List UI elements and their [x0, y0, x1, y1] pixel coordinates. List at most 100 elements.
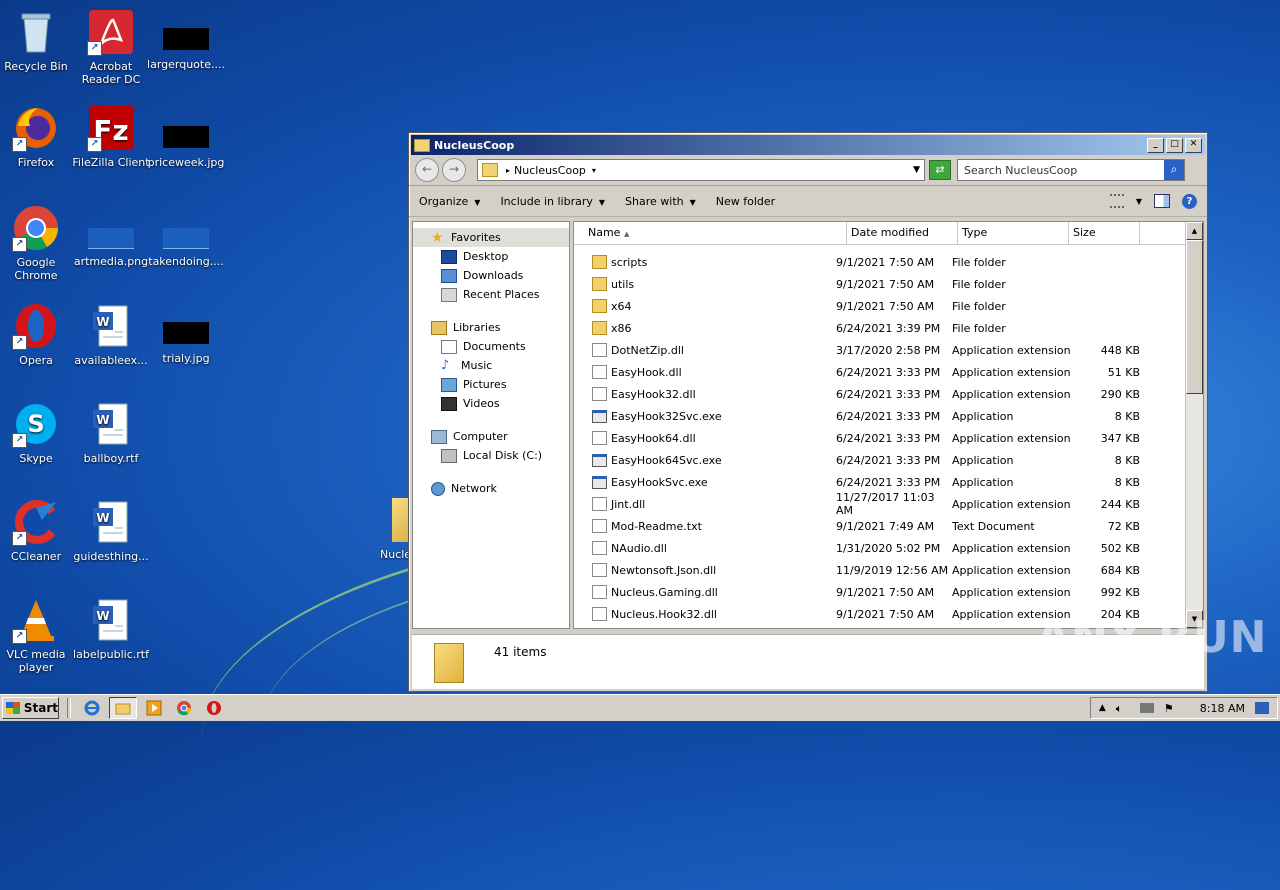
folder-icon	[115, 703, 131, 715]
taskbar-explorer-button[interactable]	[109, 697, 137, 719]
view-options-icon[interactable]	[1109, 194, 1124, 208]
include-in-library-button[interactable]: Include in library ▼	[500, 195, 605, 208]
address-dropdown-icon[interactable]: ▼	[913, 165, 920, 175]
chevron-down-icon: ▼	[689, 197, 696, 207]
desktop-icon-artmedia[interactable]: artmedia.png	[69, 204, 153, 268]
network-icon	[431, 481, 445, 496]
file-row[interactable]: Jint.dll 11/27/2017 11:03 AM Application e…	[574, 491, 1203, 517]
search-input[interactable]: Search NucleusCoop	[964, 164, 1077, 177]
desktop-icon-labelpublic[interactable]: W labelpublic.rtf	[69, 596, 153, 661]
taskbar-chrome-button[interactable]	[171, 698, 197, 718]
chevron-up-icon[interactable]: ▲	[1099, 703, 1106, 713]
file-row[interactable]: EasyHook32.dll 6/24/2021 3:33 PM Applicati…	[574, 383, 1203, 405]
desktop-icon-takendoing[interactable]: takendoing....	[144, 204, 228, 268]
breadcrumb[interactable]: NucleusCoop	[514, 164, 586, 177]
desktop-icon-trialy[interactable]: trialy.jpg	[144, 310, 228, 365]
desktop-icon-firefox[interactable]: ↗ Firefox	[0, 104, 78, 169]
file-date: 6/24/2021 3:33 PM	[836, 453, 941, 467]
file-name: utils	[611, 277, 635, 291]
clock[interactable]: 8:18 AM	[1200, 702, 1245, 715]
nav-documents[interactable]: Documents	[413, 337, 569, 356]
file-row[interactable]: Nucleus.Gaming.dll 9/1/2021 7:50 AM Applic…	[574, 581, 1203, 603]
file-row[interactable]: DotNetZip.dll 3/17/2020 2:58 PM Applicatio…	[574, 339, 1203, 361]
word-document-icon: W	[87, 400, 135, 448]
nav-videos[interactable]: Videos	[413, 394, 569, 413]
file-date: 9/1/2021 7:49 AM	[836, 519, 935, 533]
command-bar: Organize ▼ Include in library ▼ Share with…	[409, 186, 1207, 217]
network-tray-icon[interactable]	[1139, 703, 1154, 713]
taskbar-opera-button[interactable]	[201, 698, 227, 718]
desktop-icon-priceweek[interactable]: priceweek.jpg	[144, 114, 228, 169]
desktop-icon-availableex[interactable]: W availableex...	[69, 302, 153, 367]
volume-icon[interactable]: 🔈︎	[1116, 702, 1130, 715]
column-header-date[interactable]: Date modified	[847, 222, 958, 244]
file-row[interactable]: EasyHook.dll 6/24/2021 3:33 PM Application…	[574, 361, 1203, 383]
file-row[interactable]: EasyHook32Svc.exe 6/24/2021 3:33 PM Applic…	[574, 405, 1203, 427]
chevron-down-icon[interactable]: ▼	[1136, 197, 1142, 206]
desktop-icon-filezilla[interactable]: Fz ↗ FileZilla Client	[69, 104, 153, 169]
help-icon[interactable]: ?	[1182, 193, 1197, 209]
nav-desktop[interactable]: Desktop	[413, 247, 569, 266]
start-button[interactable]: Start	[2, 697, 59, 719]
file-row[interactable]: utils 9/1/2021 7:50 AM File folder	[574, 273, 1203, 295]
nav-music[interactable]: ♪ Music	[413, 356, 569, 375]
preview-pane-icon[interactable]	[1154, 194, 1170, 208]
search-box[interactable]: Search NucleusCoop ⌕	[957, 159, 1185, 181]
column-header-type[interactable]: Type	[958, 222, 1069, 244]
desktop-icon-ballboy[interactable]: W ballboy.rtf	[69, 400, 153, 465]
title-bar[interactable]: NucleusCoop _ □ ✕	[411, 135, 1205, 155]
nav-computer[interactable]: Computer	[413, 427, 569, 446]
show-desktop-icon[interactable]	[1255, 702, 1269, 714]
desktop-icon-largerquote[interactable]: largerquote....	[144, 16, 228, 71]
file-row[interactable]: EasyHook64Svc.exe 6/24/2021 3:33 PM Applic…	[574, 449, 1203, 471]
desktop-icon-vlc[interactable]: ↗ VLC media player	[0, 596, 78, 674]
taskbar-ie-button[interactable]	[79, 698, 105, 718]
search-icon[interactable]: ⌕	[1164, 160, 1184, 180]
file-row[interactable]: x86 6/24/2021 3:39 PM File folder	[574, 317, 1203, 339]
file-row[interactable]: x64 9/1/2021 7:50 AM File folder	[574, 295, 1203, 317]
file-row[interactable]: Newtonsoft.Json.dll 11/9/2019 12:56 AM App…	[574, 559, 1203, 581]
file-row[interactable]: NAudio.dll 1/31/2020 5:02 PM Application e…	[574, 537, 1203, 559]
star-icon: ★	[431, 229, 444, 246]
scroll-up-button[interactable]: ▲	[1186, 222, 1203, 240]
address-field[interactable]: ▸ NucleusCoop ▾ ▼	[477, 159, 925, 181]
maximize-button[interactable]: □	[1166, 137, 1183, 153]
nav-recent-places[interactable]: Recent Places	[413, 285, 569, 304]
back-button[interactable]: ←	[415, 158, 439, 182]
refresh-button[interactable]: ⇄	[929, 160, 951, 180]
desktop-icon-opera[interactable]: ↗ Opera	[0, 302, 78, 367]
file-size: 290 KB	[1100, 387, 1140, 401]
desktop-icon-acrobat[interactable]: ↗ Acrobat Reader DC	[69, 8, 153, 86]
file-row[interactable]: EasyHookSvc.exe 6/24/2021 3:33 PM Applicat…	[574, 471, 1203, 493]
nav-local-disk[interactable]: Local Disk (C:)	[413, 446, 569, 465]
chevron-down-icon[interactable]: ▾	[592, 166, 596, 175]
desktop-icon-chrome[interactable]: ↗ Google Chrome	[0, 204, 78, 282]
taskbar-media-player-button[interactable]	[141, 698, 167, 718]
vertical-scrollbar[interactable]: ▲ ▼	[1185, 222, 1203, 628]
desktop-icon-ccleaner[interactable]: ↗ CCleaner	[0, 498, 78, 563]
word-document-icon: W	[87, 302, 135, 350]
column-header-name[interactable]: Name ▲	[574, 222, 847, 244]
forward-button[interactable]: →	[442, 158, 466, 182]
nav-downloads[interactable]: Downloads	[413, 266, 569, 285]
file-row[interactable]: EasyHook64.dll 6/24/2021 3:33 PM Applicati…	[574, 427, 1203, 449]
close-button[interactable]: ✕	[1185, 137, 1202, 153]
share-with-button[interactable]: Share with ▼	[625, 195, 696, 208]
new-folder-button[interactable]: New folder	[716, 195, 775, 208]
nav-favorites[interactable]: ★ Favorites	[413, 228, 569, 247]
desktop-icon-skype[interactable]: S ↗ Skype	[0, 400, 78, 465]
recycle-bin-icon	[12, 8, 60, 56]
file-row[interactable]: Mod-Readme.txt 9/1/2021 7:49 AM Text Docum…	[574, 515, 1203, 537]
file-row[interactable]: scripts 9/1/2021 7:50 AM File folder	[574, 251, 1203, 273]
scroll-thumb[interactable]	[1186, 240, 1203, 394]
column-headers: Name ▲ Date modified Type Size	[574, 222, 1203, 245]
nav-libraries[interactable]: Libraries	[413, 318, 569, 337]
nav-pictures[interactable]: Pictures	[413, 375, 569, 394]
organize-button[interactable]: Organize ▼	[419, 195, 480, 208]
flag-icon[interactable]: ⚑	[1164, 702, 1178, 715]
column-header-size[interactable]: Size	[1069, 222, 1140, 244]
desktop-icon-guidesthing[interactable]: W guidesthing...	[69, 498, 153, 563]
desktop-icon-recycle-bin[interactable]: Recycle Bin	[0, 8, 78, 73]
minimize-button[interactable]: _	[1147, 137, 1164, 153]
nav-network[interactable]: Network	[413, 479, 569, 498]
